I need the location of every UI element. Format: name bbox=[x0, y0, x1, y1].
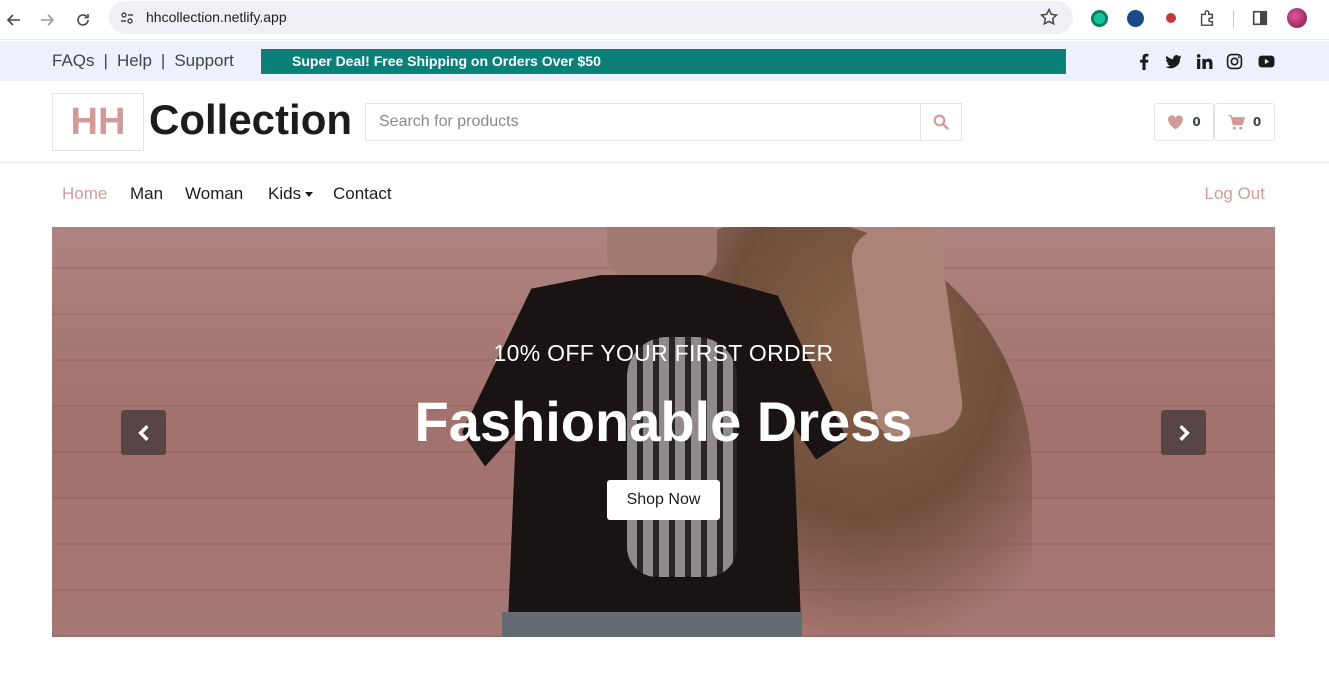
forward-icon[interactable] bbox=[33, 6, 61, 34]
chevron-left-icon bbox=[137, 424, 149, 441]
cart-button[interactable]: 0 bbox=[1214, 103, 1275, 141]
profile-avatar[interactable] bbox=[1287, 8, 1307, 28]
nav-kids-label: Kids bbox=[268, 184, 302, 203]
wishlist-button[interactable]: 0 bbox=[1154, 103, 1214, 141]
top-bar: FAQs | Help | Support Super Deal! Free S… bbox=[0, 41, 1329, 81]
faqs-link[interactable]: FAQs bbox=[52, 51, 95, 71]
hero-carousel: 10% OFF YOUR FIRST ORDER Fashionable Dre… bbox=[52, 227, 1275, 637]
site-info-icon[interactable] bbox=[117, 8, 137, 28]
cart-icon bbox=[1228, 114, 1245, 130]
search-button[interactable] bbox=[920, 104, 961, 140]
instagram-icon[interactable] bbox=[1224, 51, 1244, 71]
top-link-separator: | bbox=[103, 51, 108, 70]
caret-down-icon bbox=[305, 192, 314, 198]
address-bar[interactable]: hhcollection.netlify.app bbox=[109, 1, 1073, 34]
linkedin-icon[interactable] bbox=[1194, 51, 1214, 71]
side-panel-icon[interactable] bbox=[1250, 8, 1270, 28]
url-text[interactable]: hhcollection.netlify.app bbox=[146, 9, 287, 25]
logout-link[interactable]: Log Out bbox=[1205, 184, 1266, 204]
hero-subtitle: 10% OFF YOUR FIRST ORDER bbox=[493, 340, 834, 366]
search-input[interactable] bbox=[366, 104, 920, 140]
reload-icon[interactable] bbox=[69, 6, 97, 34]
facebook-icon[interactable] bbox=[1134, 51, 1154, 71]
support-link[interactable]: Support bbox=[174, 51, 234, 71]
site-header: HH Collection 0 0 bbox=[0, 81, 1329, 163]
chevron-right-icon bbox=[1178, 424, 1190, 441]
logo-mark-text: HH bbox=[70, 100, 126, 143]
help-link[interactable]: Help bbox=[117, 51, 152, 71]
logo-text[interactable]: Collection bbox=[149, 96, 352, 144]
puzzle-extensions-icon[interactable] bbox=[1197, 8, 1217, 28]
top-link-separator: | bbox=[160, 51, 166, 70]
youtube-icon[interactable] bbox=[1256, 51, 1276, 71]
logo-mark[interactable]: HH bbox=[52, 93, 144, 151]
heart-icon bbox=[1168, 114, 1184, 129]
hero-title: Fashionable Dress bbox=[414, 390, 913, 453]
check-extension-icon[interactable] bbox=[1125, 8, 1145, 28]
back-icon[interactable] bbox=[0, 6, 28, 34]
record-extension-icon[interactable] bbox=[1161, 8, 1181, 28]
toolbar-divider bbox=[1233, 10, 1234, 28]
wishlist-count: 0 bbox=[1192, 115, 1201, 129]
nav-man[interactable]: Man bbox=[130, 184, 163, 204]
promo-banner: Super Deal! Free Shipping on Orders Over… bbox=[261, 49, 1066, 74]
search-bar bbox=[365, 103, 962, 141]
twitter-icon[interactable] bbox=[1163, 51, 1183, 71]
carousel-prev-button[interactable] bbox=[121, 410, 166, 455]
nav-woman[interactable]: Woman bbox=[185, 184, 243, 204]
top-links: FAQs | Help | Support bbox=[52, 51, 234, 71]
bookmark-star-icon[interactable] bbox=[1039, 7, 1059, 27]
carousel-next-button[interactable] bbox=[1161, 410, 1206, 455]
nav-kids-dropdown[interactable]: Kids bbox=[268, 184, 314, 204]
search-icon bbox=[933, 114, 949, 130]
cart-count: 0 bbox=[1252, 115, 1262, 129]
nav-contact[interactable]: Contact bbox=[333, 184, 392, 204]
main-nav: Home Man Woman Kids Contact Log Out bbox=[0, 163, 1329, 227]
browser-toolbar: hhcollection.netlify.app bbox=[0, 0, 1329, 40]
grammarly-extension-icon[interactable] bbox=[1089, 8, 1109, 28]
shop-now-button[interactable]: Shop Now bbox=[607, 480, 720, 520]
nav-home[interactable]: Home bbox=[62, 184, 107, 204]
